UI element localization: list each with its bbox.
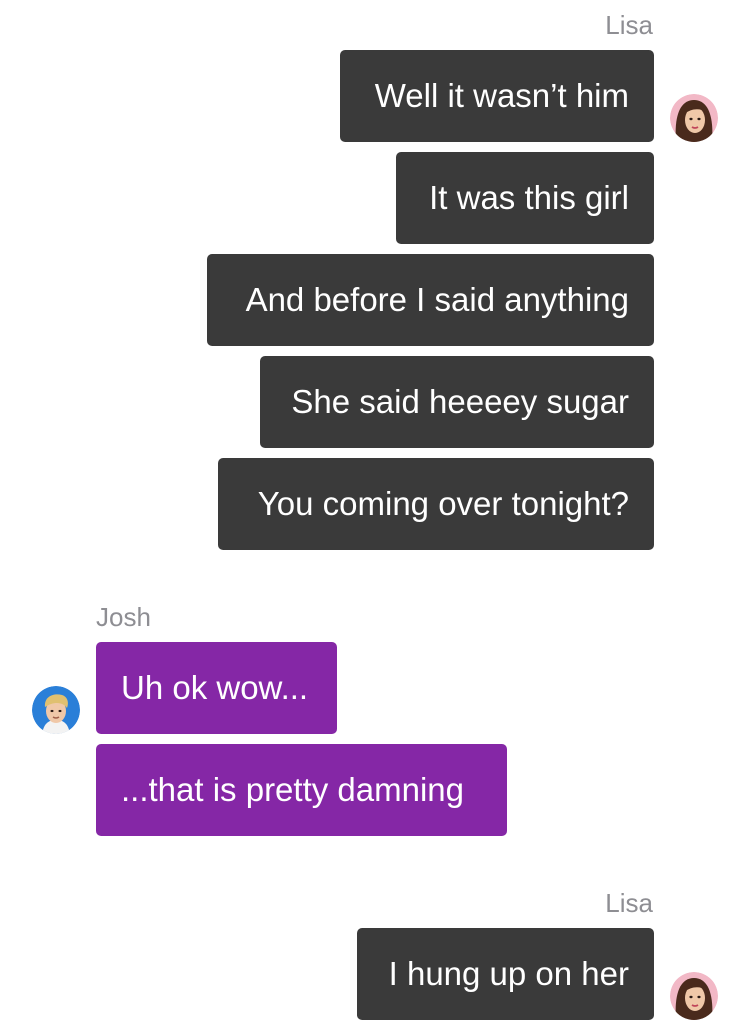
message-bubble[interactable]: She said heeeey sugar bbox=[260, 356, 654, 448]
josh-avatar-icon[interactable] bbox=[32, 686, 80, 734]
message-bubble[interactable]: I hung up on her bbox=[357, 928, 654, 1020]
sender-name-lisa: Lisa bbox=[605, 888, 653, 918]
message-bubble[interactable]: You coming over tonight? bbox=[218, 458, 654, 550]
message-bubble[interactable]: And before I said anything bbox=[207, 254, 654, 346]
sender-name-josh: Josh bbox=[96, 602, 151, 632]
message-bubble[interactable]: ...that is pretty damning bbox=[96, 744, 507, 836]
sender-name-lisa: Lisa bbox=[605, 10, 653, 40]
message-bubble[interactable]: Well it wasn’t him bbox=[340, 50, 654, 142]
message-bubble[interactable]: Uh ok wow... bbox=[96, 642, 337, 734]
lisa-avatar-icon[interactable] bbox=[670, 94, 718, 142]
lisa-avatar-icon[interactable] bbox=[670, 972, 718, 1020]
message-bubble[interactable]: It was this girl bbox=[396, 152, 654, 244]
